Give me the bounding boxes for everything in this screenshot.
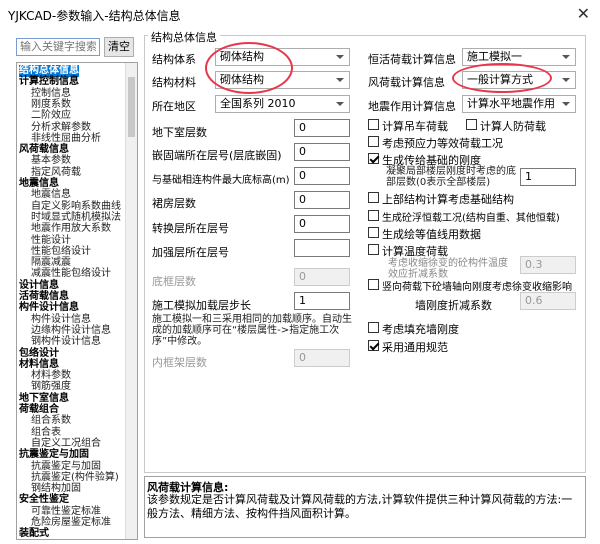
crane-checkbox[interactable]	[368, 119, 379, 130]
seismic-label: 地震作用计算信息	[368, 100, 456, 113]
wall-factor-input[interactable]: 0.6	[520, 292, 576, 310]
tree-item[interactable]: 抗震鉴定与加固	[31, 461, 101, 473]
dead-load-label: 恒活荷载计算信息	[368, 53, 456, 66]
basement-label: 地下室层数	[152, 126, 207, 139]
help-box: 风荷载计算信息: 该参数规定是否计算风荷载及计算风荷载的方法,计算软件提供三种计…	[144, 476, 586, 538]
tree-item[interactable]: 减震性能包络设计	[31, 268, 111, 280]
scroll-thumb[interactable]	[128, 77, 135, 137]
tree-item[interactable]: 基本参数	[31, 155, 71, 167]
embed-input[interactable]: 0	[294, 143, 350, 161]
shrink-gen-label: 生成砼浮恒载工况(结构自重、其他恒载)	[382, 213, 560, 224]
bottom-frame-input[interactable]: 0	[294, 268, 350, 286]
general-code-label: 采用通用规范	[382, 341, 448, 354]
crane-label: 计算吊车荷载	[382, 120, 448, 133]
upper-base-checkbox[interactable]	[368, 192, 379, 203]
upper-base-label: 上部结构计算考虑基础结构	[382, 193, 514, 206]
tree-item[interactable]: 抗震鉴定(构件验算)	[31, 472, 119, 484]
tree-item[interactable]: 自定义影响系数曲线	[31, 201, 121, 213]
construction-input[interactable]: 1	[294, 292, 350, 310]
tree-item[interactable]: 性能包络设计	[31, 246, 91, 258]
basement-input[interactable]: 0	[294, 119, 350, 137]
region-select[interactable]: 全国系列 2010	[215, 95, 350, 113]
close-icon[interactable]: ✕	[577, 4, 590, 23]
clear-button[interactable]: 清空	[104, 37, 134, 57]
bottom-frame-label: 底框层数	[152, 275, 196, 288]
foundation-input[interactable]: 0	[294, 167, 350, 185]
podium-input[interactable]: 0	[294, 191, 350, 209]
help-text: 该参数规定是否计算风荷载及计算风荷载的方法,计算软件提供三种计算风荷载的方法:一…	[147, 493, 573, 520]
podium-label: 裙房层数	[152, 197, 196, 210]
tree-item[interactable]: 可靠性鉴定标准	[31, 506, 101, 518]
tree-group[interactable]: 包络设计	[19, 348, 59, 360]
group-title: 结构总体信息	[148, 29, 220, 45]
material-label: 结构材料	[152, 76, 196, 89]
prestress-label: 考虑预应力等效荷载工况	[382, 137, 503, 150]
tree-group[interactable]: 材料信息	[19, 359, 59, 371]
tree-group[interactable]: 设计信息	[19, 280, 59, 292]
foundation-label: 与基础相连构件最大底标高(m)	[152, 175, 290, 186]
temp-label: 计算温度荷载	[382, 245, 448, 258]
wind-label: 风荷载计算信息	[368, 76, 445, 89]
tree-item[interactable]: 构件设计信息	[31, 314, 91, 326]
base-stiff-checkbox[interactable]	[368, 153, 379, 164]
tree-item[interactable]: 组合系数	[31, 415, 71, 427]
general-code-checkbox[interactable]	[368, 340, 379, 351]
shrink-input[interactable]: 0.3	[520, 256, 576, 274]
fixed-floors-label: 凝聚局部楼层刚度时考虑的底部层数(0表示全部楼层)	[386, 166, 516, 188]
wall-factor-label: 墙刚度折减系数	[415, 299, 492, 312]
civil-defense-checkbox[interactable]	[466, 119, 477, 130]
tree-item[interactable]: 控制信息	[31, 88, 71, 100]
civil-defense-label: 计算人防荷载	[480, 120, 546, 133]
tree-item[interactable]: 钢构件设计信息	[31, 336, 101, 348]
inner-frame-input[interactable]: 0	[294, 349, 350, 367]
tree-group[interactable]: 抗震鉴定与加固	[19, 449, 89, 461]
inner-frame-label: 内框架层数	[152, 356, 207, 369]
wall-label: 竖向荷载下砼墙轴向刚度考虑徐变收缩影响	[382, 282, 572, 293]
floor-load-checkbox[interactable]	[368, 227, 379, 238]
title-bar: YJKCAD-参数输入-结构总体信息 ✕	[0, 0, 600, 28]
fixed-floors-input[interactable]: 1	[520, 168, 576, 186]
strength-input[interactable]	[294, 239, 350, 257]
construction-note: 施工模拟一和三采用相同的加载顺序。自动生成的加载顺序可在“楼层属性->指定施工次…	[152, 314, 352, 347]
tree-group[interactable]: 地下室信息	[19, 393, 69, 405]
tree-item[interactable]: 非线性屈曲分析	[31, 133, 101, 145]
temp-checkbox[interactable]	[368, 244, 379, 255]
tree-item[interactable]: 性能设计	[31, 235, 71, 247]
annotation-circle	[452, 63, 552, 93]
tree-group[interactable]: 安全性鉴定	[19, 494, 69, 506]
tree-item[interactable]: 地震信息	[31, 189, 71, 201]
transfer-label: 转换层所在层号	[152, 222, 229, 235]
category-tree[interactable]: 结构总体信息 计算控制信息 控制信息 刚度系数 二阶效应 分析求解参数 非线性屈曲分析 风荷载…	[16, 62, 138, 540]
tree-item[interactable]: 指定风荷载	[31, 167, 81, 179]
search-input[interactable]	[16, 38, 100, 56]
shrink-label: 考虑收缩徐变的砼构件温度效应折减系数	[388, 258, 508, 280]
tree-group[interactable]: 计算控制信息	[19, 76, 79, 88]
tree-group[interactable]: 装配式	[19, 528, 49, 539]
tree-group[interactable]: 构件设计信息	[19, 302, 79, 314]
transfer-input[interactable]: 0	[294, 215, 350, 233]
wall-checkbox[interactable]	[368, 279, 379, 290]
infill-label: 考虑填充墙刚度	[382, 323, 459, 336]
tree-item[interactable]: 钢筋强度	[31, 381, 71, 393]
tree-scrollbar[interactable]	[125, 63, 137, 539]
seismic-select[interactable]: 计算水平地震作用	[462, 95, 576, 113]
window-title: YJKCAD-参数输入-结构总体信息	[8, 9, 181, 23]
tree-item[interactable]: 二阶效应	[31, 110, 71, 122]
infill-checkbox[interactable]	[368, 322, 379, 333]
prestress-checkbox[interactable]	[368, 136, 379, 147]
shrink-gen-checkbox[interactable]	[368, 210, 379, 221]
embed-label: 嵌固端所在层号(层底嵌固)	[152, 149, 282, 162]
struct-system-label: 结构体系	[152, 53, 196, 66]
tree-item[interactable]: 地震作用放大系数	[31, 223, 111, 235]
floor-load-label: 生成绘等值线用数据	[382, 228, 481, 241]
tree-item[interactable]: 分析求解参数	[31, 122, 91, 134]
region-label: 所在地区	[152, 100, 196, 113]
annotation-circle	[205, 42, 293, 94]
construction-label: 施工模拟加载层步长	[152, 299, 251, 312]
tree-item[interactable]: 组合表	[31, 427, 61, 439]
strength-label: 加强层所在层号	[152, 246, 229, 259]
